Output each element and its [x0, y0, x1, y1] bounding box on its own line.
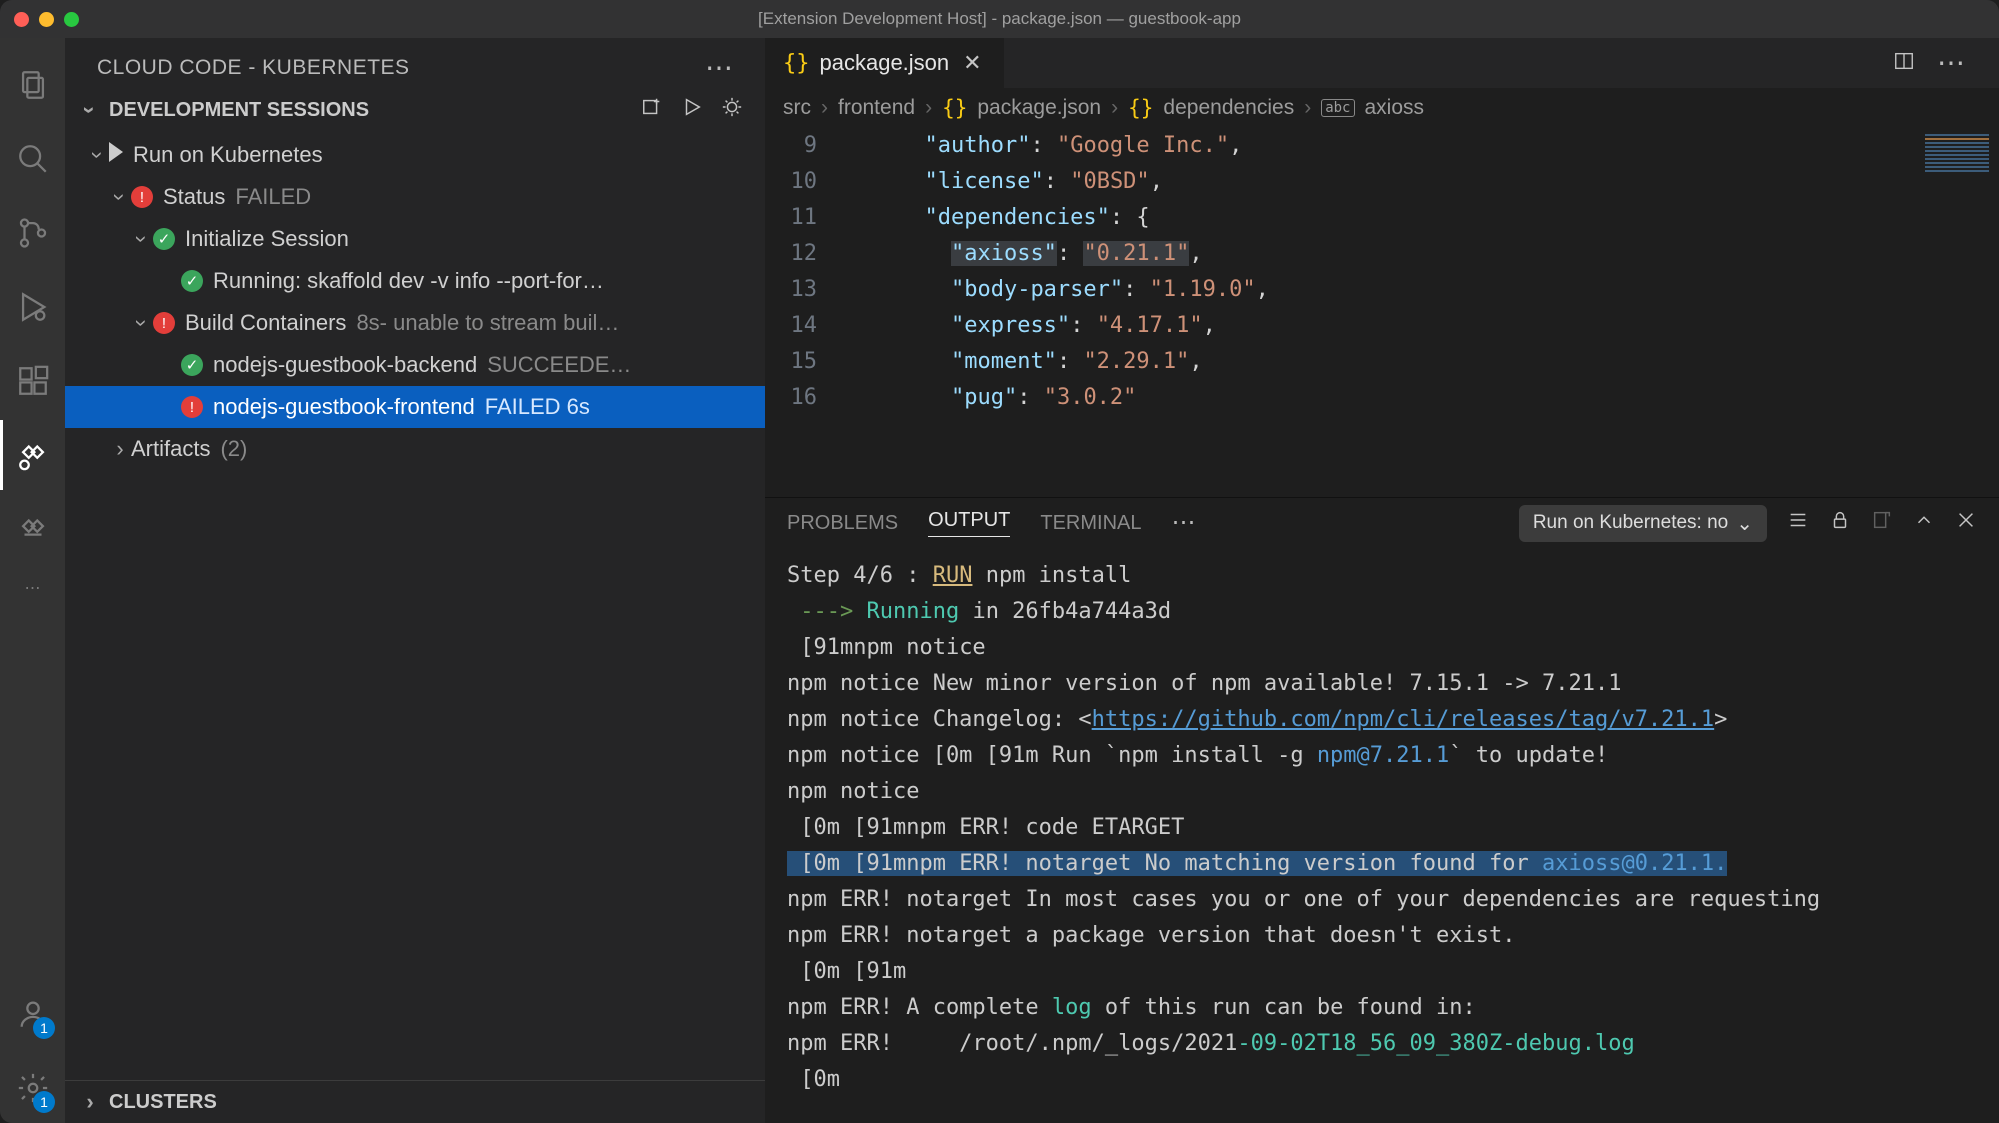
sidebar-title: CLOUD CODE - KUBERNETES	[97, 56, 410, 80]
section-clusters[interactable]: CLUSTERS	[65, 1080, 765, 1123]
close-tab-icon[interactable]: ✕	[959, 50, 985, 76]
tree-label: Run on Kubernetes	[133, 142, 323, 168]
tree-artifacts[interactable]: Artifacts (2)	[65, 428, 765, 470]
output-channel-dropdown[interactable]: Run on Kubernetes: no	[1519, 505, 1767, 542]
titlebar: [Extension Development Host] - package.j…	[0, 0, 1999, 38]
output-content[interactable]: Step 4/6 : RUN npm install ---> Running …	[765, 548, 1999, 1123]
json-file-icon: {}	[783, 51, 810, 76]
split-editor-icon[interactable]	[1893, 50, 1915, 77]
tree-state: FAILED 6s	[485, 394, 590, 420]
dev-sessions-tree: Run on Kubernetes ! Status FAILED ✓ Init…	[65, 132, 765, 472]
tree-label: Build Containers	[185, 310, 346, 336]
chevron-down-icon	[79, 97, 101, 123]
window: [Extension Development Host] - package.j…	[0, 0, 1999, 1123]
expand-panel-icon[interactable]	[1913, 509, 1935, 537]
tree-skaffold[interactable]: ✓ Running: skaffold dev -v info --port-f…	[65, 260, 765, 302]
line-gutter: 910111213141516	[765, 128, 845, 497]
success-icon: ✓	[181, 270, 203, 292]
section-development-sessions[interactable]: DEVELOPMENT SESSIONS	[65, 88, 765, 132]
editor-tabs: {} package.json ✕ ⋯	[765, 38, 1999, 88]
minimize-window-button[interactable]	[39, 12, 54, 27]
search-icon[interactable]	[0, 124, 65, 194]
tab-package-json[interactable]: {} package.json ✕	[765, 38, 1004, 88]
source-control-icon[interactable]	[0, 198, 65, 268]
code-lines[interactable]: "author": "Google Inc.", "license": "0BS…	[845, 128, 1919, 497]
section-label: DEVELOPMENT SESSIONS	[109, 99, 369, 122]
breadcrumb-segment[interactable]: package.json	[977, 96, 1101, 120]
tree-count: (2)	[220, 436, 247, 462]
settings-badge: 1	[33, 1091, 55, 1113]
breadcrumb-segment[interactable]: src	[783, 96, 811, 120]
breadcrumb-segment[interactable]: frontend	[838, 96, 915, 120]
activity-bar: ⋯ 1 1	[0, 38, 65, 1123]
cloud-code-icon[interactable]	[0, 420, 65, 490]
tree-run-on-kubernetes[interactable]: Run on Kubernetes	[65, 134, 765, 176]
tree-state: FAILED	[235, 184, 311, 210]
chevron-down-icon	[131, 310, 153, 336]
tab-problems[interactable]: PROBLEMS	[787, 512, 898, 535]
window-title: [Extension Development Host] - package.j…	[758, 9, 1241, 29]
error-icon: !	[131, 186, 153, 208]
extensions-icon[interactable]	[0, 346, 65, 416]
lock-scroll-icon[interactable]	[1829, 509, 1851, 537]
new-session-icon[interactable]	[641, 96, 663, 124]
tree-status[interactable]: ! Status FAILED	[65, 176, 765, 218]
tab-label: package.json	[820, 50, 950, 76]
cloud-run-icon[interactable]	[0, 494, 65, 564]
breadcrumb-segment[interactable]: dependencies	[1163, 96, 1294, 120]
section-label: CLUSTERS	[109, 1091, 217, 1114]
string-icon: abc	[1321, 99, 1354, 117]
run-icon[interactable]	[681, 96, 703, 124]
dropdown-label: Run on Kubernetes: no	[1533, 512, 1728, 534]
tree-label: Status	[163, 184, 225, 210]
run-debug-icon[interactable]	[0, 272, 65, 342]
maximize-window-button[interactable]	[64, 12, 79, 27]
sidebar: CLOUD CODE - KUBERNETES ⋯ DEVELOPMENT SE…	[65, 38, 765, 1123]
code-editor[interactable]: 910111213141516 "author": "Google Inc.",…	[765, 128, 1999, 497]
tree-label: nodejs-guestbook-frontend	[213, 394, 475, 420]
close-panel-icon[interactable]	[1955, 509, 1977, 537]
object-icon: {}	[1128, 96, 1153, 120]
tree-backend[interactable]: ✓ nodejs-guestbook-backend SUCCEEDE…	[65, 344, 765, 386]
tab-output[interactable]: OUTPUT	[928, 509, 1010, 537]
json-file-icon: {}	[942, 96, 967, 120]
chevron-right-icon	[79, 1089, 101, 1115]
explorer-icon[interactable]	[0, 50, 65, 120]
tree-label: Initialize Session	[185, 226, 349, 252]
chevron-down-icon	[109, 184, 131, 210]
clear-output-icon[interactable]	[1871, 509, 1893, 537]
settings-gear-icon[interactable]: 1	[0, 1053, 65, 1123]
play-icon	[109, 142, 123, 168]
tree-frontend[interactable]: ! nodejs-guestbook-frontend FAILED 6s	[65, 386, 765, 428]
debug-icon[interactable]	[721, 96, 743, 124]
list-icon[interactable]	[1787, 509, 1809, 537]
tree-build-containers[interactable]: ! Build Containers 8s- unable to stream …	[65, 302, 765, 344]
chevron-right-icon	[109, 436, 131, 462]
error-icon: !	[181, 396, 203, 418]
breadcrumb[interactable]: src› frontend› {} package.json› {} depen…	[765, 88, 1999, 128]
error-icon: !	[153, 312, 175, 334]
success-icon: ✓	[181, 354, 203, 376]
tree-label: nodejs-guestbook-backend	[213, 352, 477, 378]
traffic-lights	[14, 12, 79, 27]
success-icon: ✓	[153, 228, 175, 250]
tree-label: Artifacts	[131, 436, 210, 462]
bottom-panel: PROBLEMS OUTPUT TERMINAL ⋯ Run on Kubern…	[765, 497, 1999, 1123]
close-window-button[interactable]	[14, 12, 29, 27]
breadcrumb-segment[interactable]: axioss	[1365, 96, 1425, 120]
editor-group: {} package.json ✕ ⋯ src› frontend› {} pa…	[765, 38, 1999, 1123]
chevron-down-icon	[131, 226, 153, 252]
panel-tabs: PROBLEMS OUTPUT TERMINAL ⋯ Run on Kubern…	[765, 498, 1999, 548]
workbench: ⋯ 1 1 CLOUD CODE - KUBERNETES ⋯ DEVELOPM…	[0, 38, 1999, 1123]
tree-state: SUCCEEDE…	[487, 352, 631, 378]
account-badge: 1	[33, 1017, 55, 1039]
tree-initialize-session[interactable]: ✓ Initialize Session	[65, 218, 765, 260]
tree-detail: 8s- unable to stream buil…	[356, 310, 619, 336]
minimap[interactable]	[1919, 128, 1999, 497]
tab-terminal[interactable]: TERMINAL	[1040, 512, 1141, 535]
chevron-down-icon	[87, 142, 109, 168]
activity-more-icon[interactable]: ⋯	[0, 568, 65, 608]
tree-label: Running: skaffold dev -v info --port-for…	[213, 268, 604, 294]
account-icon[interactable]: 1	[0, 979, 65, 1049]
